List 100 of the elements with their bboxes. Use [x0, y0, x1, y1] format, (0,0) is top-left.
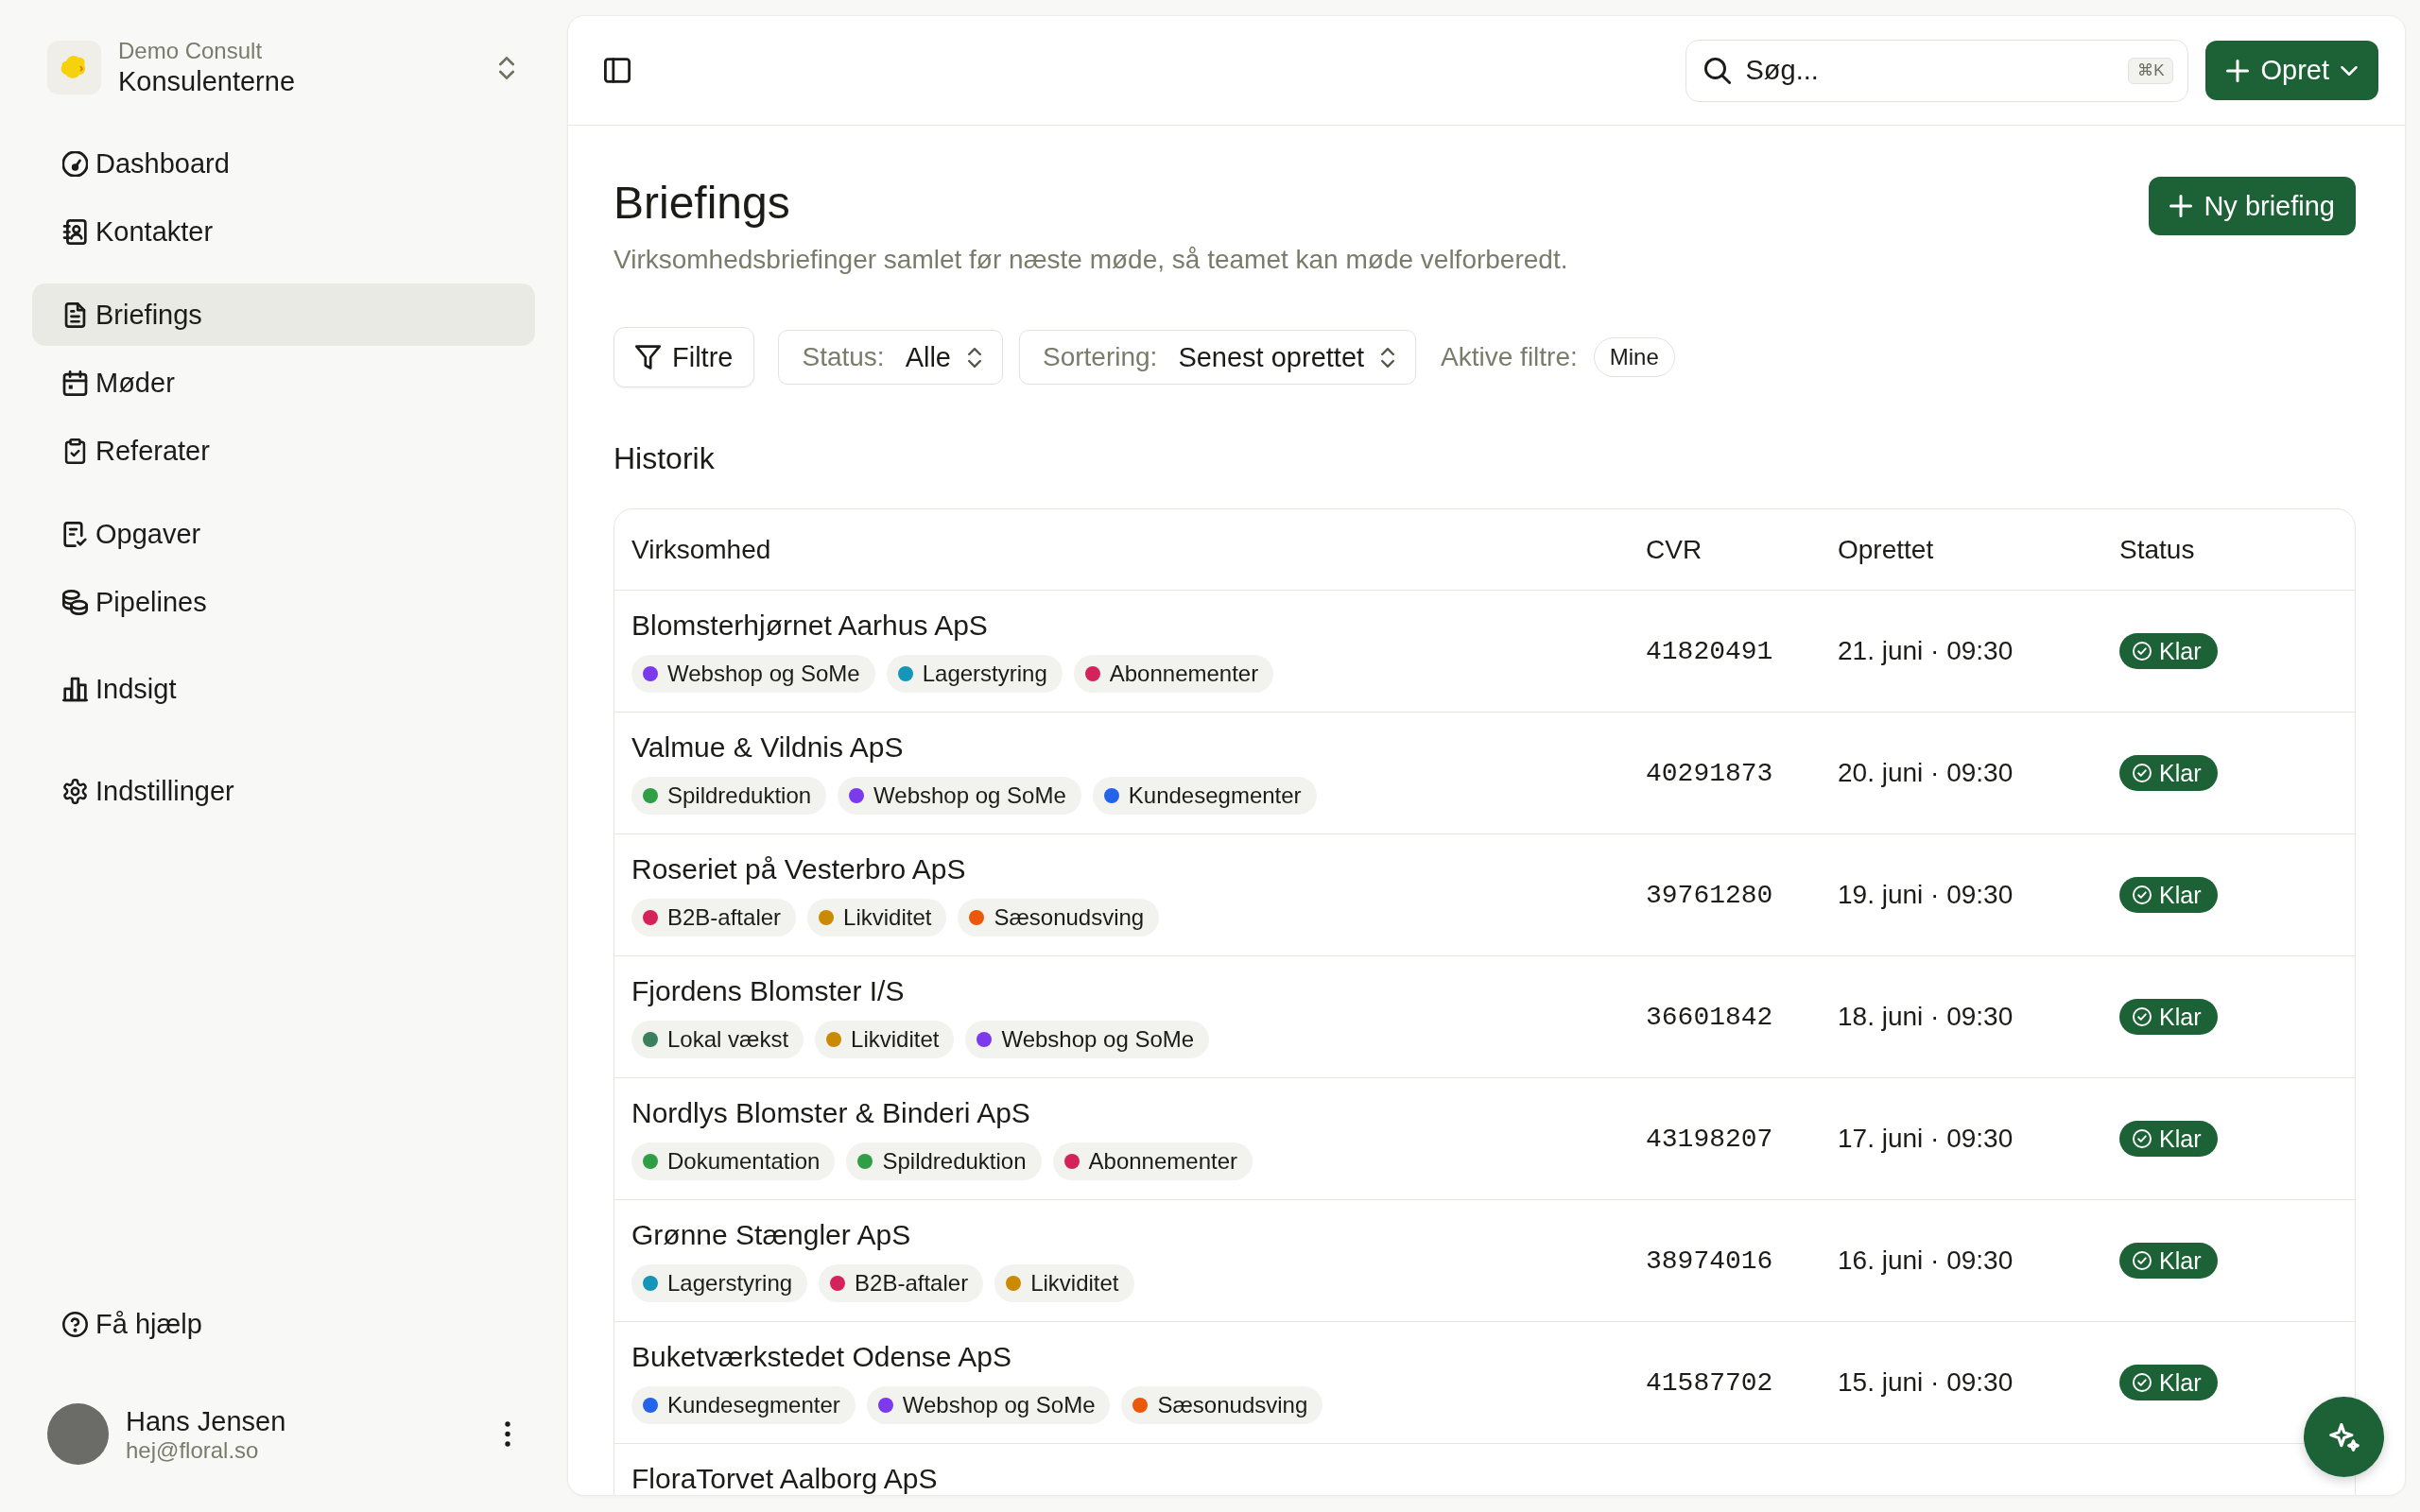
shortcut-key: ⌘K: [2128, 57, 2174, 84]
address-book-icon: [62, 218, 88, 245]
tag-label: B2B-aftaler: [855, 1270, 969, 1297]
gauge-icon: [62, 150, 88, 177]
tag-label: Sæsonudsving: [1157, 1392, 1308, 1418]
active-filters-label: Aktive filtre:: [1441, 342, 1578, 372]
nav-item[interactable]: Møder: [32, 352, 535, 414]
tag-label: Webshop og SoMe: [873, 782, 1066, 809]
tag-label: Lagerstyring: [922, 661, 1047, 687]
tag-label: Spildreduktion: [882, 1148, 1027, 1175]
company-name: Fjordens Blomster I/S: [631, 975, 906, 1007]
user-name: Hans Jensen: [126, 1404, 287, 1437]
settings-icon: [62, 778, 88, 804]
logo-icon: [47, 41, 101, 94]
more-button[interactable]: [505, 1421, 510, 1447]
cvr-number: 40291873: [1646, 758, 1773, 788]
page-title: Briefings: [614, 177, 791, 230]
tag-label: Webshop og SoMe: [667, 661, 860, 687]
nav-item[interactable]: Referater: [32, 420, 535, 482]
chevron-down-icon: [2341, 65, 2358, 76]
tag-label: Abonnementer: [1109, 661, 1259, 687]
sparkles-icon: [2328, 1422, 2360, 1452]
status-label: Klar: [2159, 1246, 2202, 1275]
cvr-number: 38974016: [1646, 1246, 1773, 1276]
tag-label: Webshop og SoMe: [902, 1392, 1096, 1418]
status-label: Klar: [2159, 637, 2202, 665]
status-select[interactable]: Status: Alle: [778, 330, 1003, 385]
company-name: Buketværkstedet Odense ApS: [631, 1341, 1012, 1373]
sort-select[interactable]: Sortering: Senest oprettet: [1019, 330, 1417, 385]
check-circle-icon: [2133, 1251, 2152, 1270]
filter-chip[interactable]: Mine: [1593, 337, 1675, 377]
status-label: Klar: [2159, 1003, 2202, 1031]
status-label: Klar: [2159, 881, 2202, 909]
filter-button[interactable]: Filtre: [614, 327, 755, 387]
created-date: 15. juni · 09:30: [1838, 1367, 2014, 1397]
company-name: FloraTorvet Aalborg ApS: [631, 1463, 939, 1495]
new-briefing-button[interactable]: Ny briefing: [2149, 177, 2356, 235]
section-title: Historik: [614, 440, 716, 477]
company-name: Grønne Stængler ApS: [631, 1219, 912, 1251]
tag-label: Likviditet: [843, 904, 932, 931]
check-circle-icon: [2133, 642, 2152, 661]
created-date: 20. juni · 09:30: [1838, 758, 2014, 787]
column-header: Oprettet: [1838, 534, 1934, 564]
tag-label: Kundesegmenter: [1128, 782, 1302, 809]
nav-item[interactable]: Kontakter: [32, 200, 535, 263]
filter-icon: [635, 345, 661, 369]
column-header: Virksomhed: [631, 534, 771, 564]
tag-label: B2B-aftaler: [667, 904, 782, 931]
check-circle-icon: [2133, 1007, 2152, 1026]
check-circle-icon: [2133, 1373, 2152, 1392]
created-date: 21. juni · 09:30: [1838, 636, 2014, 665]
cvr-number: 41587702: [1646, 1367, 1773, 1398]
status-label: Klar: [2159, 1125, 2202, 1153]
nav-item[interactable]: Dashboard: [32, 132, 535, 195]
document-icon: [62, 301, 88, 328]
tag-label: Lagerstyring: [667, 1270, 793, 1297]
check-circle-icon: [2133, 885, 2152, 904]
company-name: Nordlys Blomster & Binderi ApS: [631, 1097, 1031, 1129]
created-date: 16. juni · 09:30: [1838, 1246, 2014, 1275]
nav-item[interactable]: Indsigt: [32, 658, 535, 720]
tag-label: Sæsonudsving: [994, 904, 1145, 931]
tag-label: Spildreduktion: [667, 782, 812, 809]
calendar-icon: [62, 369, 88, 396]
cvr-number: 39761280: [1646, 880, 1773, 910]
nav-item[interactable]: Indstillinger: [32, 760, 535, 822]
tag-label: Kundesegmenter: [667, 1392, 840, 1418]
tag-label: Webshop og SoMe: [1001, 1026, 1195, 1053]
tag-label: Likviditet: [1030, 1270, 1119, 1297]
help-link[interactable]: Få hjælp: [32, 1293, 535, 1355]
checklist-icon: [62, 521, 88, 547]
cvr-number: 36601842: [1646, 1002, 1773, 1032]
user-email: hej@floral.so: [126, 1436, 260, 1464]
chevron-up-down-icon: [499, 56, 514, 79]
sidebar-toggle-button[interactable]: [604, 58, 631, 83]
check-circle-icon: [2133, 1129, 2152, 1148]
bar-chart-icon: [62, 676, 88, 702]
tag-label: Dokumentation: [667, 1148, 821, 1175]
plus-icon: [2169, 195, 2193, 217]
tag-label: Likviditet: [851, 1026, 940, 1053]
create-button[interactable]: Opret: [2205, 41, 2378, 100]
company-name: Valmue & Vildnis ApS: [631, 731, 905, 764]
chevron-up-down-icon: [1381, 347, 1395, 368]
assistant-button[interactable]: [2304, 1397, 2384, 1477]
coins-icon: [62, 589, 88, 615]
status-label: Klar: [2159, 759, 2202, 787]
search-icon: [1704, 57, 1732, 84]
sidebar-toggle-icon: [604, 58, 631, 83]
check-circle-icon: [2133, 764, 2152, 782]
status-label: Klar: [2159, 1368, 2202, 1397]
column-header: CVR: [1646, 534, 1703, 564]
created-date: 19. juni · 09:30: [1838, 880, 2014, 909]
nav-item[interactable]: Opgaver: [32, 503, 535, 565]
nav-item[interactable]: Briefings: [32, 284, 535, 346]
more-icon: [505, 1421, 510, 1447]
cvr-number: 43198207: [1646, 1124, 1773, 1154]
nav-item[interactable]: Pipelines: [32, 571, 535, 633]
column-header: Status: [2119, 534, 2195, 564]
company-name: Blomsterhjørnet Aarhus ApS: [631, 610, 989, 642]
tag-label: Abonnementer: [1088, 1148, 1237, 1175]
cvr-number: 41820491: [1646, 636, 1773, 666]
